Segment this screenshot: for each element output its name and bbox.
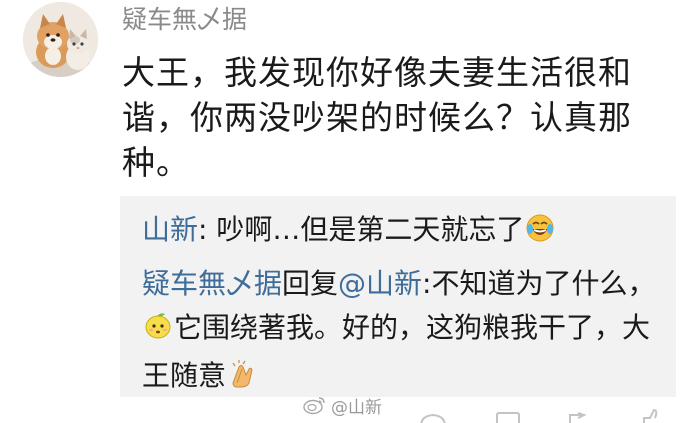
clap-emoji-icon — [227, 358, 257, 402]
avatar[interactable] — [23, 2, 98, 77]
reply-text: 吵啊…但是第二天就忘了 — [207, 213, 525, 246]
reply-author-link[interactable]: 山新 — [142, 213, 198, 246]
shiba-and-cat-avatar-icon — [23, 2, 98, 77]
comment-screen: 疑车無乄据 大王，我发现你好像夫妻生活很和谐，你两没吵架的时候么？认真那种。 山… — [0, 0, 690, 423]
reply-text-part1: 不知道为了什么， — [431, 267, 656, 300]
comment-footer: @山新 — [0, 397, 690, 423]
laugh-cry-emoji-icon — [525, 212, 555, 256]
comment-username[interactable]: 疑车無乄据 — [122, 4, 247, 36]
reply-item: 山新: 吵啊…但是第二天就忘了 — [142, 208, 662, 256]
reply-text-part2: 它围绕著我。好的，这狗粮我干了，大王随意 — [142, 311, 651, 392]
forward-icon[interactable] — [568, 412, 594, 423]
reply-author-link[interactable]: 疑车無乄据 — [142, 267, 282, 300]
watermark: @山新 — [303, 392, 382, 418]
lemon-emoji-icon — [143, 310, 173, 354]
comment-icon[interactable] — [495, 412, 521, 423]
reply-list[interactable]: 山新: 吵啊…但是第二天就忘了 疑车無乄据回复@山新:不知道为了什么，它围绕著我… — [120, 196, 676, 397]
reply-item: 疑车無乄据回复@山新:不知道为了什么，它围绕著我。好的，这狗粮我干了，大王随意 — [142, 262, 662, 402]
watermark-text: @山新 — [331, 397, 382, 418]
weibo-icon — [303, 397, 325, 415]
comment-text: 大王，我发现你好像夫妻生活很和谐，你两没吵架的时候么？认真那种。 — [122, 53, 632, 182]
mention-link[interactable]: @山新 — [338, 267, 422, 300]
share-icon[interactable] — [418, 412, 448, 423]
reply-word: 回复 — [282, 267, 339, 300]
like-icon[interactable] — [640, 408, 664, 423]
